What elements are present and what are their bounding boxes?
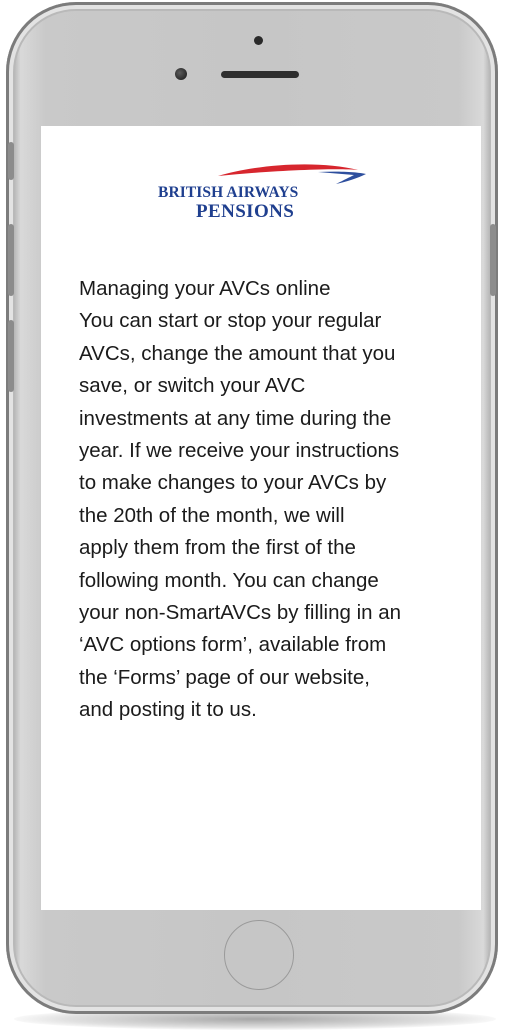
mute-switch[interactable] [8, 142, 14, 180]
phone-frame: BRITISH AIRWAYS PENSIONS Managing your A… [6, 2, 498, 1014]
proximity-sensor [254, 36, 263, 45]
front-camera [175, 68, 187, 80]
content-block: Managing your AVCs online You can start o… [79, 273, 449, 727]
logo-line-1: BRITISH AIRWAYS [158, 184, 299, 201]
home-button[interactable] [224, 920, 294, 990]
phone-screen: BRITISH AIRWAYS PENSIONS Managing your A… [41, 126, 481, 910]
logo-line-2: PENSIONS [196, 201, 295, 222]
content-body: You can start or stop your regular AVCs,… [79, 309, 402, 722]
power-button[interactable] [490, 224, 496, 296]
stage: BRITISH AIRWAYS PENSIONS Managing your A… [0, 0, 509, 1036]
british-airways-pensions-logo: BRITISH AIRWAYS PENSIONS [158, 162, 368, 226]
earpiece-speaker [221, 71, 299, 78]
volume-down-button[interactable] [8, 320, 14, 392]
volume-up-button[interactable] [8, 224, 14, 296]
content-heading: Managing your AVCs online [79, 277, 331, 300]
